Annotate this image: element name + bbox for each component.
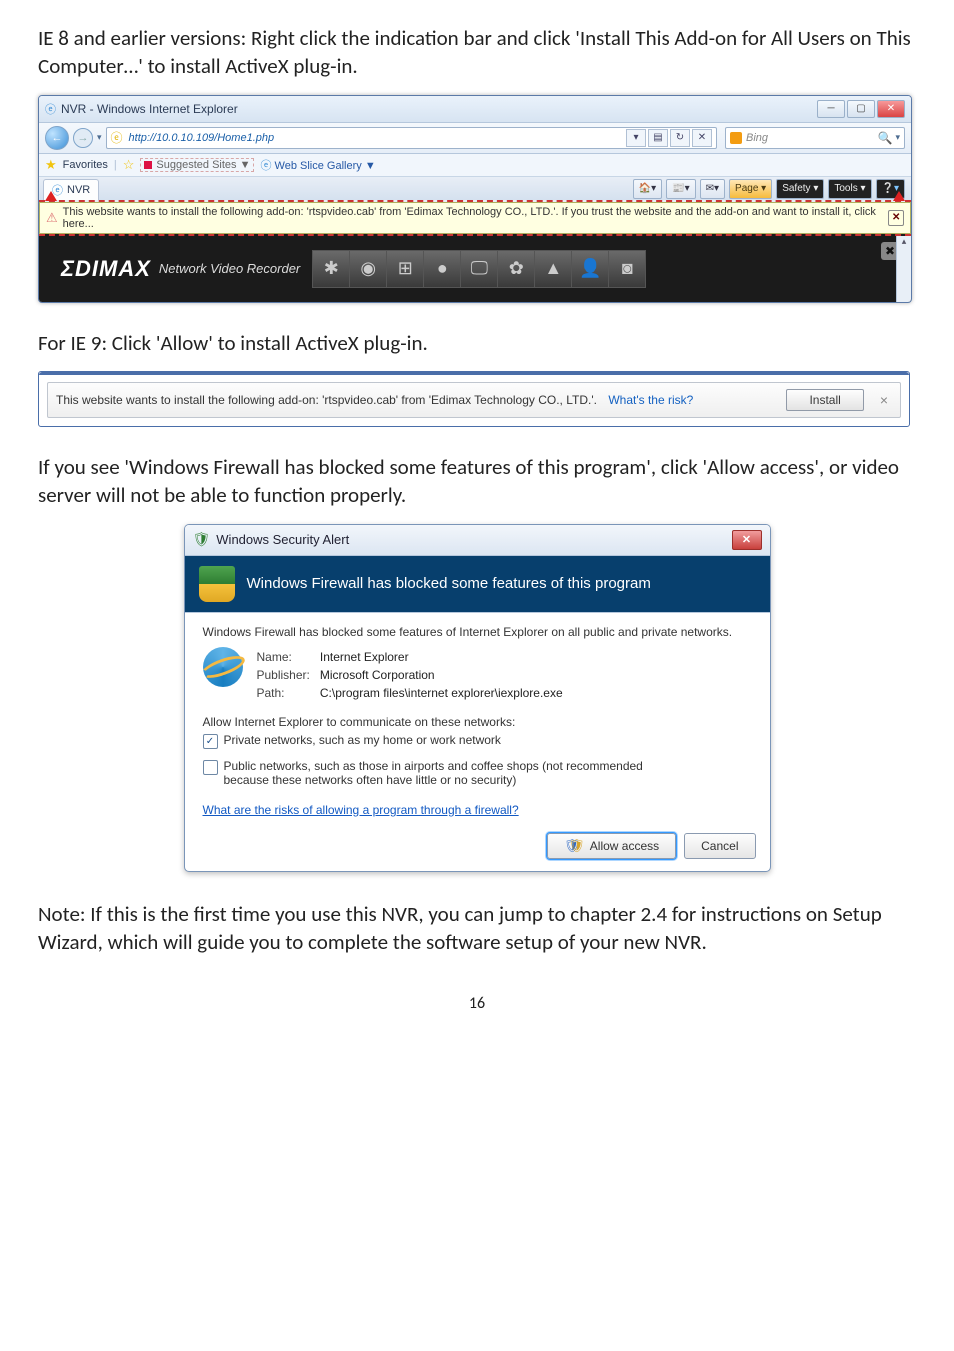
nvr-icon-user[interactable]: 👤 [572, 250, 609, 288]
web-slice-link[interactable]: ⓔ Web Slice Gallery ▼ [260, 157, 375, 173]
edimax-logo: ΣDIMAX [61, 256, 151, 282]
window-title: NVR - Windows Internet Explorer [61, 102, 238, 116]
address-dropdown-icon[interactable]: ▾ [626, 129, 646, 147]
feeds-button[interactable]: 📰▾ [666, 179, 695, 199]
wsa-banner-text: Windows Firewall has blocked some featur… [247, 575, 651, 592]
publisher-value: Microsoft Corporation [320, 667, 571, 683]
ie9-close-button[interactable]: × [876, 392, 892, 408]
publisher-label: Publisher: [257, 667, 318, 683]
tab-bar: ⓔ NVR 🏠▾ 📰▾ ✉▾ Page ▾ Safety ▾ Tools ▾ ❔… [39, 177, 911, 202]
maximize-button[interactable]: ▢ [847, 100, 875, 118]
checkbox-private-networks[interactable]: ✓ [203, 734, 218, 749]
nav-toolbar: ← → ▾ ⓔ http://10.0.10.109/Home1.php ▾ ▤… [39, 123, 911, 154]
minimize-button[interactable]: ─ [817, 100, 845, 118]
name-label: Name: [257, 649, 318, 665]
internet-explorer-icon [203, 647, 243, 687]
web-slice-label: Web Slice Gallery ▼ [275, 160, 376, 172]
suggested-sites-link[interactable]: Suggested Sites ▼ [140, 158, 254, 172]
firewall-risks-link[interactable]: What are the risks of allowing a program… [203, 803, 519, 817]
install-button[interactable]: Install [786, 389, 863, 411]
wsa-title-text: Windows Security Alert [216, 532, 349, 547]
checkbox-public-networks[interactable] [203, 760, 218, 775]
favorites-add-icon[interactable]: ☆ [123, 157, 135, 173]
paragraph-note: Note: If this is the first time you use … [38, 900, 916, 957]
ie-favicon-icon: ⓔ [45, 101, 56, 117]
name-value: Internet Explorer [320, 649, 571, 665]
windows-security-alert-dialog: 🛡 Windows Security Alert ✕ Windows Firew… [184, 524, 771, 872]
stop-icon[interactable]: ✕ [692, 129, 712, 147]
uac-shield-icon-overlay: 🛡 [568, 838, 585, 854]
callout-arrow-icon [893, 191, 905, 201]
refresh-icon[interactable]: ↻ [670, 129, 690, 147]
checkbox-private-networks-label: Private networks, such as my home or wor… [224, 733, 501, 747]
nvr-icon-snowflake[interactable]: ✱ [312, 250, 350, 288]
big-shield-icon [199, 566, 235, 602]
paragraph-ie9-intro: For IE 9: Click 'Allow' to install Activ… [38, 329, 916, 357]
ie9-notification-frame: This website wants to install the follow… [38, 371, 910, 427]
page-menu[interactable]: Page ▾ [729, 179, 772, 199]
ie9-message: This website wants to install the follow… [56, 393, 693, 407]
tab-label: NVR [67, 184, 90, 196]
wsa-titlebar: 🛡 Windows Security Alert ✕ [185, 525, 770, 556]
favorites-label[interactable]: Favorites [63, 159, 108, 171]
favorites-star-icon[interactable]: ★ [45, 157, 57, 173]
safety-menu[interactable]: Safety ▾ [776, 179, 824, 199]
checkbox-public-networks-label: Public networks, such as those in airpor… [224, 759, 643, 787]
favorites-bar: ★ Favorites | ☆ Suggested Sites ▼ ⓔ Web … [39, 154, 911, 177]
mail-button[interactable]: ✉▾ [700, 179, 725, 199]
nvr-icon-monitor[interactable]: 🖵 [461, 250, 498, 288]
whats-the-risk-link[interactable]: What's the risk? [608, 393, 693, 407]
forward-button[interactable]: → [73, 128, 93, 148]
nvr-icon-record[interactable]: ◉ [350, 250, 387, 288]
allow-access-button-label: Allow access [590, 839, 659, 853]
cancel-button[interactable]: Cancel [684, 833, 755, 859]
compatibility-icon[interactable]: ▤ [648, 129, 668, 147]
bing-icon [730, 132, 742, 144]
allow-access-button[interactable]: 🛡 🛡 Allow access [547, 833, 676, 859]
warning-icon: ⚠ [46, 210, 58, 226]
ie8-window: ⓔ NVR - Windows Internet Explorer ─ ▢ ✕ … [38, 95, 912, 303]
page-favicon-icon: ⓔ [111, 129, 123, 146]
page-number: 16 [38, 994, 916, 1013]
page-content: ΣDIMAX Network Video Recorder ✱ ◉ ⊞ ● 🖵 … [39, 234, 911, 302]
wsa-close-button[interactable]: ✕ [732, 530, 762, 550]
information-bar-text: This website wants to install the follow… [63, 206, 889, 230]
nvr-icon-camera[interactable]: ◙ [609, 250, 646, 288]
search-box[interactable]: Bing 🔍 ▾ [725, 127, 905, 149]
shield-icon: 🛡 [193, 531, 211, 548]
nvr-icon-alert[interactable]: ▲ [535, 250, 572, 288]
nvr-icon-network[interactable]: ⊞ [387, 250, 424, 288]
ie9-notification-bar: This website wants to install the follow… [47, 382, 901, 418]
nav-history-dropdown[interactable]: ▾ [97, 132, 102, 143]
nvr-icon-dot[interactable]: ● [424, 250, 461, 288]
path-label: Path: [257, 685, 318, 701]
tools-menu[interactable]: Tools ▾ [828, 179, 871, 199]
wsa-banner: Windows Firewall has blocked some featur… [185, 556, 770, 613]
path-value: C:\program files\internet explorer\iexpl… [320, 685, 571, 701]
ie8-titlebar: ⓔ NVR - Windows Internet Explorer ─ ▢ ✕ [39, 96, 911, 123]
back-button[interactable]: ← [45, 126, 69, 150]
suggested-sites-label: Suggested Sites ▼ [156, 159, 250, 171]
paragraph-ie8-intro: IE 8 and earlier versions: Right click t… [38, 24, 916, 81]
address-bar[interactable]: ⓔ http://10.0.10.109/Home1.php ▾ ▤ ↻ ✕ [106, 127, 717, 149]
search-icon[interactable]: 🔍 [878, 131, 893, 145]
paragraph-firewall-intro: If you see 'Windows Firewall has blocked… [38, 453, 916, 510]
search-provider-dropdown[interactable]: ▾ [895, 132, 900, 143]
program-details-table: Name: Internet Explorer Publisher: Micro… [255, 647, 573, 703]
nvr-icon-settings[interactable]: ✿ [498, 250, 535, 288]
edimax-subtitle: Network Video Recorder [159, 261, 300, 276]
callout-arrow-icon [45, 191, 57, 201]
search-placeholder: Bing [746, 132, 878, 144]
url-text: http://10.0.10.109/Home1.php [127, 132, 626, 144]
information-bar[interactable]: ⚠ This website wants to install the foll… [39, 202, 911, 234]
infobar-close-button[interactable]: ✕ [888, 210, 904, 226]
page-scrollbar-up[interactable]: ▴ [896, 236, 911, 302]
window-close-button[interactable]: ✕ [877, 100, 905, 118]
wsa-lead-text: Windows Firewall has blocked some featur… [203, 625, 752, 639]
allow-networks-label: Allow Internet Explorer to communicate o… [203, 715, 752, 729]
home-button[interactable]: 🏠▾ [633, 179, 662, 199]
